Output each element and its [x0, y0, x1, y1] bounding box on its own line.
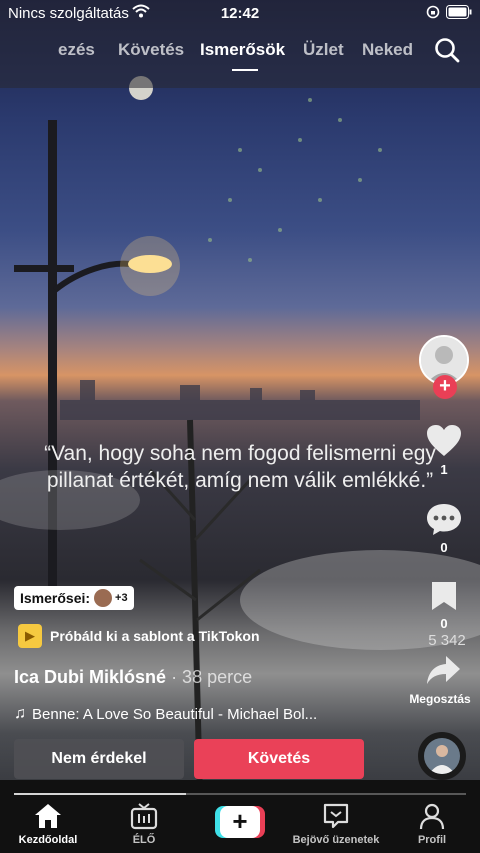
comment-icon[interactable] — [426, 502, 462, 536]
share-label: Megosztás — [409, 692, 471, 706]
video-quote: “Van, hogy soha nem fogod felismerni egy… — [44, 442, 436, 492]
music-disc[interactable] — [418, 732, 466, 780]
follow-button[interactable]: Követés — [194, 739, 364, 779]
nav-live[interactable]: ÉLŐ — [96, 802, 192, 846]
template-text: Próbáld ki a sablont a TikTokon — [50, 628, 260, 644]
live-tv-icon — [130, 803, 158, 830]
friend-avatar — [94, 589, 113, 607]
friends-label: Ismerősei: — [20, 590, 91, 606]
author-row: Ica Dubi Miklósné · 38 perce — [14, 667, 252, 688]
nav-home[interactable]: Kezdőoldal — [0, 802, 96, 846]
template-icon: ▶ — [18, 624, 42, 648]
bookmark-icon[interactable] — [430, 580, 458, 612]
music-row[interactable]: ♫ Benne: A Love So Beautiful - Michael B… — [14, 705, 317, 723]
tab-live-partial[interactable]: ezés — [58, 40, 95, 60]
battery-icon — [446, 5, 472, 19]
inbox-icon — [323, 803, 349, 829]
tab-for-you[interactable]: Neked — [362, 40, 413, 60]
video-progress-fill — [14, 793, 186, 795]
follow-plus-icon[interactable]: + — [433, 375, 457, 399]
tab-business[interactable]: Üzlet — [303, 40, 344, 60]
tab-friends[interactable]: Ismerősök — [200, 40, 285, 60]
profile-icon — [419, 803, 445, 830]
nav-profile[interactable]: Profil — [384, 802, 480, 846]
not-interested-button[interactable]: Nem érdekel — [14, 739, 184, 779]
music-title: Benne: A Love So Beautiful - Michael Bol… — [32, 705, 318, 723]
bookmark-count: 0 — [440, 616, 448, 631]
video-progress-bar[interactable] — [14, 793, 466, 795]
nav-live-label: ÉLŐ — [132, 834, 156, 846]
template-promo[interactable]: ▶ Próbáld ki a sablont a TikTokon — [18, 624, 260, 648]
orientation-lock-icon — [426, 5, 440, 19]
plus-icon: + — [220, 806, 260, 838]
status-bar: Nincs szolgáltatás 12:42 — [0, 0, 480, 26]
create-button[interactable]: + — [215, 806, 265, 838]
post-time: · 38 perce — [171, 667, 253, 687]
nav-inbox[interactable]: Bejövő üzenetek — [288, 802, 384, 846]
tab-following[interactable]: Követés — [118, 40, 184, 60]
like-count: 1 — [440, 462, 448, 477]
share-count: 5 342 — [428, 632, 466, 649]
nav-profile-label: Profil — [417, 834, 447, 846]
video-frame-illustration — [0, 76, 480, 801]
home-icon — [35, 804, 61, 828]
heart-icon[interactable] — [426, 424, 462, 458]
video-background[interactable] — [0, 0, 480, 853]
nav-inbox-label: Bejövő üzenetek — [292, 834, 380, 846]
friends-extra-count: +3 — [115, 592, 128, 604]
music-note-icon: ♫ — [14, 705, 26, 722]
search-icon[interactable] — [434, 37, 460, 63]
status-time: 12:42 — [220, 5, 260, 22]
feed-tabs: ezés Követés Ismerősök Üzlet Neked — [0, 38, 480, 71]
share-arrow-icon[interactable] — [426, 654, 462, 686]
active-tab-indicator — [232, 69, 258, 71]
comment-count: 0 — [440, 540, 448, 555]
nav-home-label: Kezdőoldal — [18, 834, 78, 846]
author-name[interactable]: Ica Dubi Miklósné — [14, 667, 166, 687]
friends-badge[interactable]: Ismerősei: +3 — [14, 586, 134, 610]
